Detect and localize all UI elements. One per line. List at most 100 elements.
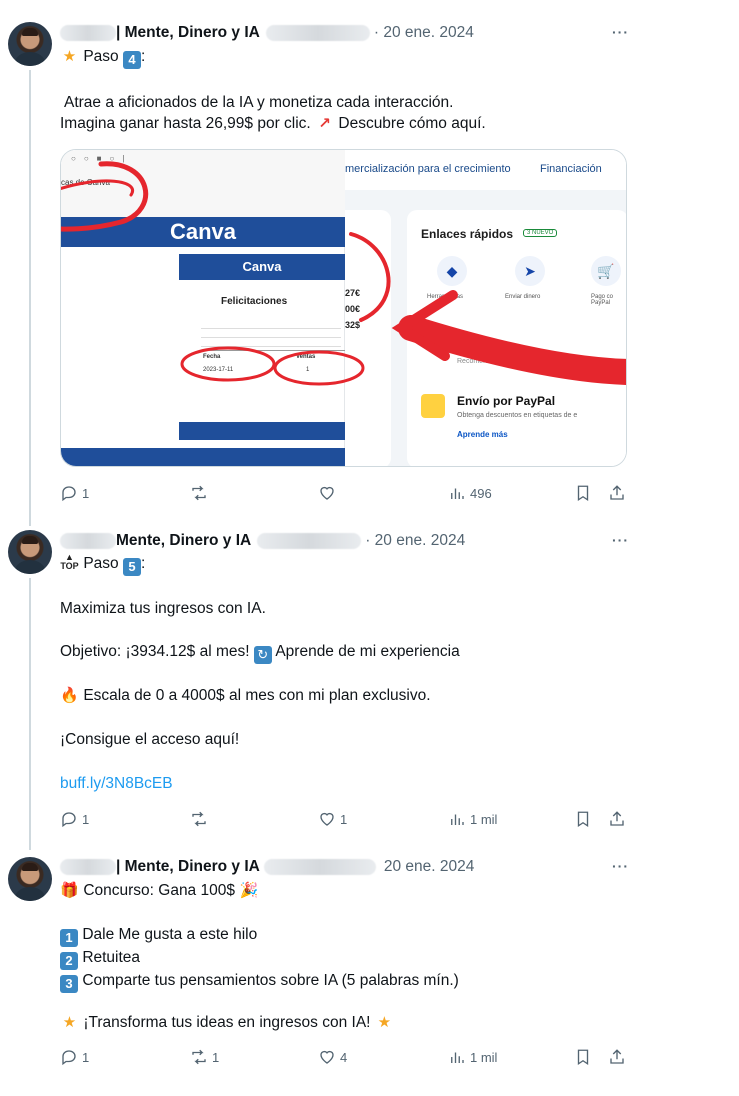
promo-title: Envío por PayPal <box>457 394 556 408</box>
avatar[interactable] <box>8 530 52 574</box>
author-name[interactable]: | Mente, Dinero y IA <box>116 858 260 876</box>
share-icon <box>610 1049 624 1064</box>
heart-icon <box>320 812 334 826</box>
reply-button[interactable]: 1 <box>60 1048 89 1066</box>
bookmark-icon <box>577 1049 589 1066</box>
tweet-date[interactable]: · 20 ene. 2024 <box>365 532 465 550</box>
text-span: Objetivo: ¡3934.12$ al mes! <box>60 643 250 660</box>
like-button[interactable]: 4 <box>318 1048 347 1066</box>
quick-label: Pago co PayPal <box>591 294 614 306</box>
reply-icon <box>62 486 76 502</box>
reply-count: 1 <box>82 811 90 827</box>
text-line: Maximiza tus ingresos con IA. <box>60 600 266 617</box>
views-button[interactable]: 496 <box>448 484 492 502</box>
gift-icon: 🎁 <box>60 882 79 899</box>
receipt-text-lines <box>201 320 341 348</box>
text-span: Aprende de mi experiencia <box>275 643 460 660</box>
fire-icon: 🔥 <box>60 687 79 704</box>
like-count: 4 <box>340 1049 348 1065</box>
quick-links-title: Enlaces rápidos <box>421 227 514 241</box>
nav-item: Financiación <box>540 163 602 175</box>
col-fecha: Fecha <box>203 354 221 360</box>
avatar[interactable] <box>8 22 52 66</box>
more-options-icon[interactable]: ··· <box>612 24 629 40</box>
views-button[interactable]: 1 mil <box>448 810 497 828</box>
bookmark-icon <box>577 811 589 828</box>
views-count: 496 <box>470 485 492 501</box>
col-ventas: Ventas <box>296 354 316 360</box>
new-badge: 3 NUEVO <box>523 229 558 237</box>
receipt-footer <box>179 422 345 440</box>
blurred-name <box>60 533 116 549</box>
blurred-handle <box>257 533 362 549</box>
more-options-icon[interactable]: ··· <box>612 532 629 548</box>
quick-label: Herramientas <box>427 294 464 300</box>
author-name[interactable]: | Mente, Dinero y IA <box>116 24 260 42</box>
repost-icon <box>192 811 206 827</box>
keycap-icon: 5 <box>122 558 141 576</box>
views-count: 1 mil <box>470 1049 498 1065</box>
views-icon <box>451 814 464 825</box>
text-span: Descubre cómo aquí. <box>338 115 486 132</box>
like-button[interactable] <box>318 484 340 502</box>
more-options-icon[interactable]: ··· <box>612 858 629 874</box>
paypal-shipping-promo: Envío por PayPal Obtenga descuentos en e… <box>421 386 621 456</box>
avatar[interactable] <box>8 857 52 901</box>
amount: 27€ <box>345 288 361 298</box>
tweet-date[interactable]: 20 ene. 2024 <box>384 858 475 876</box>
repost-button[interactable] <box>190 484 212 502</box>
star-emoji-icon: ★ <box>62 1014 77 1031</box>
browser-tab: cas de Canva <box>61 178 110 187</box>
reply-button[interactable]: 1 <box>60 484 89 502</box>
keycap-icon: 4 <box>122 51 141 69</box>
bookmark-button[interactable] <box>574 484 592 502</box>
repost-button[interactable] <box>190 810 212 828</box>
reply-button[interactable]: 1 <box>60 810 89 828</box>
bookmark-button[interactable] <box>574 1048 592 1066</box>
canva-receipt-screenshot: ○○■○| cas de Canva Canva Canva Felicitac… <box>61 150 345 466</box>
bookmark-button[interactable] <box>574 810 592 828</box>
tweet-3[interactable]: | Mente, Dinero y IA 20 ene. 2024 ··· 🎁 … <box>0 848 739 1096</box>
nav-item: mercialización para el crecimiento <box>345 163 511 175</box>
list-item-text: Comparte tus pensamientos sobre IA (5 pa… <box>82 972 459 989</box>
repost-button[interactable]: 1 <box>190 1048 219 1066</box>
tweet-media-image[interactable]: ○○■○| cas de Canva Canva Canva Felicitac… <box>60 149 627 467</box>
views-icon <box>451 488 464 499</box>
receipt-footer-bottom <box>61 448 345 466</box>
tweet-link[interactable]: buff.ly/3N8BcEB <box>60 773 699 794</box>
tweet-actions: 1 1 1 mil <box>60 810 640 830</box>
box-icon <box>421 394 445 418</box>
cart-icon: 🛒 <box>591 256 621 286</box>
tweet-actions: 1 1 4 1 mil <box>60 1048 640 1068</box>
share-button[interactable] <box>608 484 626 502</box>
star-emoji-icon: ★ <box>377 1014 392 1031</box>
like-button[interactable]: 1 <box>318 810 347 828</box>
list-item: 1 Dale Me gusta a este hilo <box>60 924 699 947</box>
balance-card: 27€ 00€ 32$ <box>345 210 391 466</box>
tweet-date[interactable]: · 20 ene. 2024 <box>374 24 474 42</box>
send-icon: ➤ <box>515 256 545 286</box>
receipt-table: Fecha Ventas 2023-17-11 1 <box>201 350 345 380</box>
party-popper-icon: 🎉 <box>239 882 259 899</box>
reply-count: 1 <box>82 485 90 501</box>
tweet-2[interactable]: Mente, Dinero y IA · 20 ene. 2024 ··· ▲ T… <box>0 520 739 848</box>
views-button[interactable]: 1 mil <box>448 1048 497 1066</box>
text-line: Objetivo: ¡3934.12$ al mes! ↻ Aprende de… <box>60 641 699 664</box>
learn-more-link: Aprende más <box>457 430 508 439</box>
tweet-1[interactable]: | Mente, Dinero y IA · 20 ene. 2024 ··· … <box>0 0 739 520</box>
step-line: ★ Paso 4: <box>60 46 699 69</box>
canva-banner-small: Canva <box>179 254 345 280</box>
share-button[interactable] <box>608 1048 626 1066</box>
text-line: Imagina ganar hasta 26,99$ por clic. ↗ D… <box>60 113 699 134</box>
reply-icon <box>62 812 76 828</box>
paypal-nav: mercialización para el crecimiento Finan… <box>345 150 626 190</box>
tweet-text: Atrae a aficionados de la IA y monetiza … <box>60 92 699 134</box>
share-button[interactable] <box>608 810 626 828</box>
share-icon <box>610 485 624 500</box>
author-name[interactable]: Mente, Dinero y IA <box>116 532 251 550</box>
text-span: Concurso: Gana 100$ <box>83 882 235 899</box>
browser-dots: ○○■○| <box>71 154 133 163</box>
heart-icon <box>320 1050 334 1064</box>
keycap-icon: 2 <box>60 952 78 970</box>
tweet-actions: 1 496 <box>60 484 640 504</box>
